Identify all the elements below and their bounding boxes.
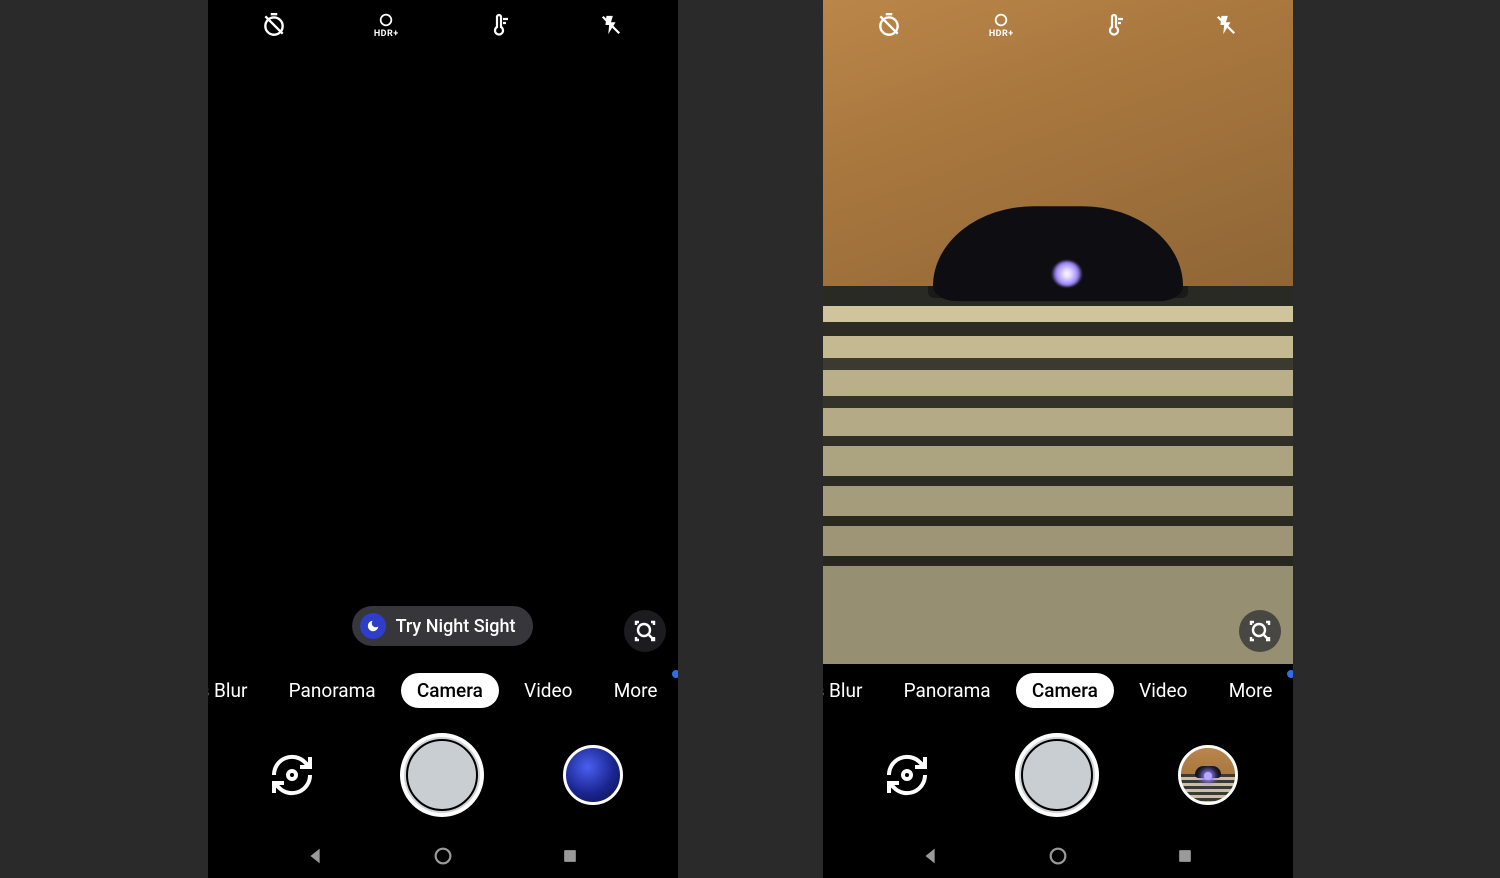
camera-modes-rail[interactable]: s Blur Panorama Camera Video More <box>208 664 678 716</box>
nav-back-icon[interactable] <box>920 845 942 867</box>
shutter-button[interactable] <box>400 733 484 817</box>
night-sight-chip[interactable]: Try Night Sight <box>352 606 534 646</box>
hdr-label: HDR+ <box>374 29 399 39</box>
mode-video[interactable]: Video <box>508 673 588 708</box>
hdr-plus-icon[interactable]: HDR+ <box>980 4 1022 46</box>
nav-recent-icon[interactable] <box>560 846 580 866</box>
mode-video[interactable]: Video <box>1123 673 1203 708</box>
mode-panorama[interactable]: Panorama <box>273 673 392 708</box>
timer-off-icon[interactable] <box>253 4 295 46</box>
google-lens-button[interactable] <box>624 610 666 652</box>
camera-controls <box>823 716 1293 834</box>
new-feature-dot-icon <box>670 668 678 680</box>
nav-home-icon[interactable] <box>432 845 454 867</box>
gallery-thumbnail[interactable] <box>563 745 623 805</box>
phone-screenshot-right: HDR+ s Blur Panorama Camera Video More <box>823 0 1293 878</box>
nav-home-icon[interactable] <box>1047 845 1069 867</box>
switch-camera-button[interactable] <box>262 751 322 799</box>
temperature-icon[interactable] <box>478 4 520 46</box>
gallery-thumbnail[interactable] <box>1178 745 1238 805</box>
hdr-plus-icon[interactable]: HDR+ <box>365 4 407 46</box>
google-lens-button[interactable] <box>1239 610 1281 652</box>
mode-more[interactable]: More <box>598 673 674 708</box>
mode-lens-blur[interactable]: s Blur <box>823 673 879 708</box>
camera-topbar: HDR+ <box>823 0 1293 50</box>
switch-camera-button[interactable] <box>877 751 937 799</box>
moon-icon <box>360 613 386 639</box>
camera-viewfinder[interactable]: Try Night Sight <box>208 50 678 664</box>
nav-back-icon[interactable] <box>305 845 327 867</box>
temperature-icon[interactable] <box>1093 4 1135 46</box>
new-feature-dot-icon <box>1285 668 1293 680</box>
android-navbar <box>823 834 1293 878</box>
mode-more[interactable]: More <box>1213 673 1289 708</box>
shutter-button[interactable] <box>1015 733 1099 817</box>
camera-modes-rail[interactable]: s Blur Panorama Camera Video More <box>823 664 1293 716</box>
flash-off-icon[interactable] <box>590 4 632 46</box>
timer-off-icon[interactable] <box>868 4 910 46</box>
nav-recent-icon[interactable] <box>1175 846 1195 866</box>
phone-screenshot-left: HDR+ Try Night Sight s Blur Panorama Cam… <box>208 0 678 878</box>
android-navbar <box>208 834 678 878</box>
hdr-label: HDR+ <box>989 29 1014 39</box>
mode-panorama[interactable]: Panorama <box>888 673 1007 708</box>
viewfinder-subject <box>823 0 1293 664</box>
mode-camera[interactable]: Camera <box>1016 673 1114 708</box>
camera-topbar: HDR+ <box>208 0 678 50</box>
flash-off-icon[interactable] <box>1205 4 1247 46</box>
chip-label: Try Night Sight <box>396 616 516 637</box>
mode-lens-blur[interactable]: s Blur <box>208 673 264 708</box>
camera-viewfinder[interactable] <box>823 0 1293 664</box>
mode-camera[interactable]: Camera <box>401 673 499 708</box>
camera-controls <box>208 716 678 834</box>
